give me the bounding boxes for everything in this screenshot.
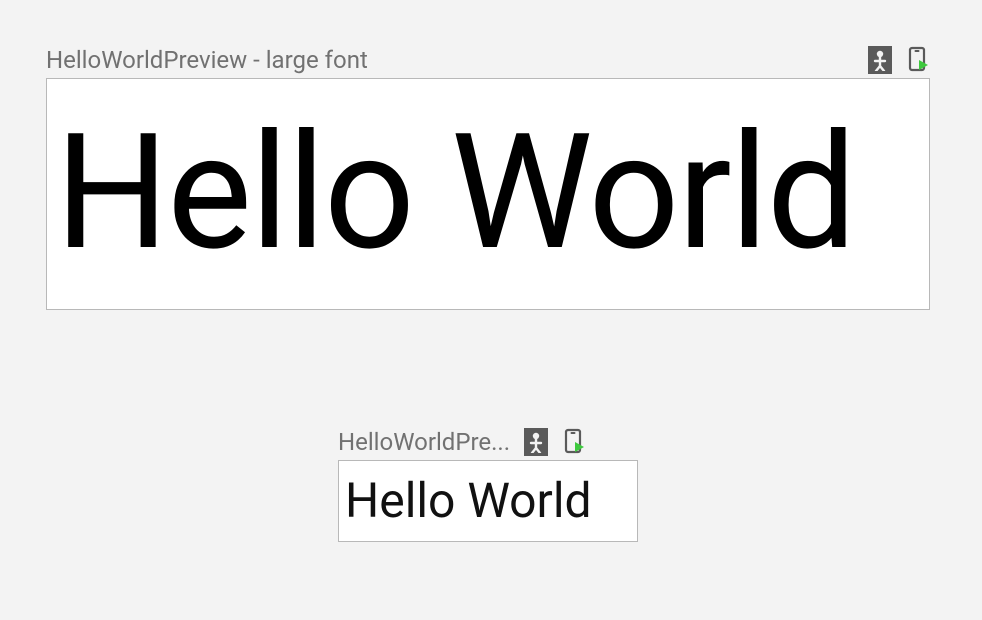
preview-canvas[interactable]: Hello World (46, 78, 930, 310)
preview-content-text: Hello World (345, 477, 592, 525)
preview-canvas[interactable]: Hello World (338, 460, 638, 542)
preview-header-icons (868, 46, 930, 74)
preview-title: HelloWorldPreview - large font (46, 46, 868, 74)
preview-header: HelloWorldPreview - large font (46, 46, 930, 74)
preview-header: HelloWorldPre... (338, 428, 638, 456)
preview-block-large: HelloWorldPreview - large font Hello Wor… (46, 46, 930, 310)
interactive-mode-icon[interactable] (524, 428, 548, 456)
preview-title: HelloWorldPre... (338, 428, 510, 456)
preview-block-small: HelloWorldPre... Hello World (338, 428, 638, 542)
deploy-preview-icon[interactable] (908, 46, 930, 74)
interactive-mode-icon[interactable] (868, 46, 892, 74)
preview-header-icons (524, 428, 586, 456)
preview-content-text: Hello World (55, 114, 855, 274)
deploy-preview-icon[interactable] (564, 428, 586, 456)
